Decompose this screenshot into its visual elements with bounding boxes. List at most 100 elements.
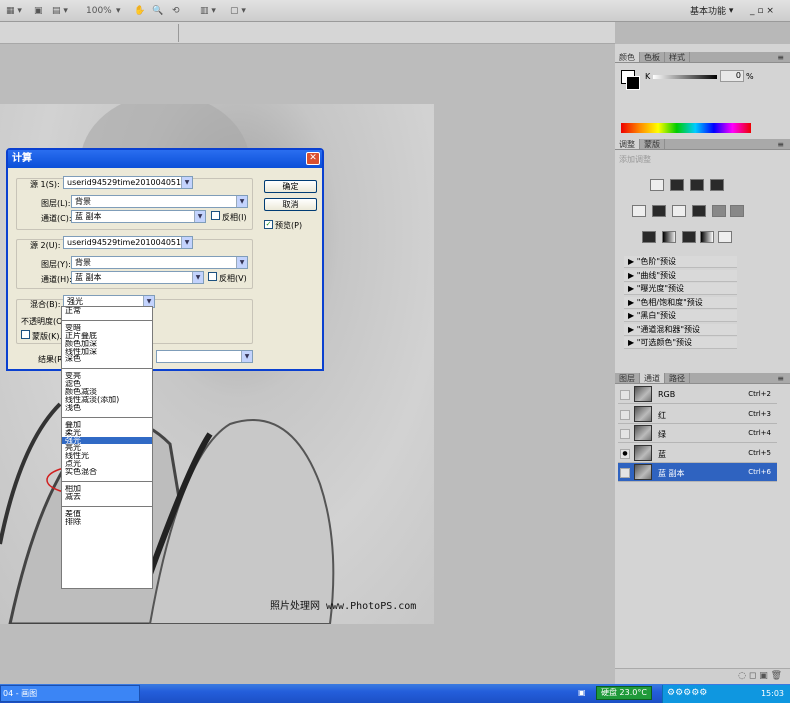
preview-checkbox[interactable]: ✓ [264, 220, 273, 229]
brightness-icon[interactable] [650, 179, 664, 191]
window-controls[interactable]: _ ▫ × [750, 3, 774, 18]
color-spectrum[interactable] [621, 123, 751, 133]
blend-mode-item[interactable]: 强光 [62, 436, 152, 445]
taskbar-item-paint[interactable]: 04 - 画图 [0, 685, 140, 702]
source2-document-select[interactable]: userid94529time2010040510... ▼ [63, 236, 193, 249]
invert-icon[interactable] [642, 231, 656, 243]
preset-item[interactable]: ▶ "可选颜色"预设 [624, 337, 737, 349]
source2-channel-select[interactable]: 蓝 副本 ▼ [71, 271, 204, 284]
channel-row[interactable]: ● 蓝 Ctrl+5 [618, 444, 777, 463]
visibility-toggle[interactable] [620, 468, 630, 478]
preset-item[interactable]: ▶ "曲线"预设 [624, 269, 737, 282]
k-slider[interactable] [653, 75, 717, 79]
channel-row[interactable]: RGB Ctrl+2 [618, 385, 777, 404]
visibility-toggle[interactable] [620, 390, 630, 400]
blend-mode-item[interactable]: 相加 [62, 485, 152, 493]
tab-color[interactable]: 颜色 [615, 52, 640, 62]
color-balance-icon[interactable] [672, 205, 686, 217]
cancel-button[interactable]: 取消 [264, 198, 317, 211]
arrange-documents-icon[interactable]: ▥ ▾ [200, 3, 216, 18]
tab-channels[interactable]: 通道 [640, 373, 665, 383]
photo-filter-icon[interactable] [712, 205, 726, 217]
curves-icon[interactable] [690, 179, 704, 191]
hue-saturation-icon[interactable] [652, 205, 666, 217]
blend-mode-item[interactable]: 亮光 [62, 444, 152, 452]
preset-item[interactable]: ▶ "色阶"预设 [624, 256, 737, 268]
panel-menu-icon[interactable]: ≡ [777, 373, 784, 384]
bridge-icon[interactable]: ▣ [34, 3, 43, 18]
result-select[interactable]: ▼ [156, 350, 253, 363]
source1-channel-select[interactable]: 蓝 副本 ▼ [71, 210, 206, 223]
visibility-toggle[interactable] [620, 409, 630, 420]
vibrance-icon[interactable] [632, 205, 646, 217]
show-desktop-icon[interactable]: ▣ [578, 688, 586, 697]
hand-tool-icon[interactable]: ✋ [134, 3, 145, 18]
ps-logo-icon[interactable]: ▦ ▾ [6, 3, 22, 18]
disk-temp-indicator[interactable]: 硬盘 23.0°C [596, 686, 652, 700]
tab-swatches[interactable]: 色板 [640, 52, 665, 62]
blend-mode-item[interactable]: 深色 [62, 355, 152, 363]
blend-mode-item[interactable]: 线性加深 [62, 348, 152, 356]
source1-document-select[interactable]: userid94529time2010040510... ▼ [63, 176, 193, 189]
tray-icons[interactable]: ⚙⚙⚙⚙⚙ [667, 688, 707, 698]
tab-paths[interactable]: 路径 [665, 373, 690, 383]
blend-mode-list[interactable]: 正常变暗 正片叠底 颜色加深 线性加深 深色变亮 滤色 颜色减淡 线性减淡(添加) 浅色叠加 柔光… [61, 306, 153, 589]
k-value-input[interactable]: 0 [720, 70, 744, 82]
tab-layers[interactable]: 图层 [615, 373, 640, 383]
channel-mixer-icon[interactable] [730, 205, 744, 217]
blend-mode-item[interactable]: 线性光 [62, 452, 152, 460]
panel-menu-icon[interactable]: ≡ [777, 52, 784, 63]
screen-mode-icon[interactable]: ▢ ▾ [230, 3, 246, 18]
view-extras-icon[interactable]: ▤ ▾ [52, 3, 68, 18]
black-white-icon[interactable] [692, 205, 706, 217]
blend-mode-item[interactable]: 叠加 [62, 421, 152, 429]
channel-row[interactable]: 绿 Ctrl+4 [618, 424, 777, 443]
channel-row[interactable]: 蓝 副本 Ctrl+6 [618, 463, 777, 482]
selective-color-icon[interactable] [718, 231, 732, 243]
tab-adjustments[interactable]: 调整 [615, 139, 640, 149]
posterize-icon[interactable] [662, 231, 676, 243]
blend-mode-item[interactable]: 减去 [62, 493, 152, 501]
blend-mode-item[interactable]: 滤色 [62, 380, 152, 388]
zoom-tool-icon[interactable]: 🔍 [152, 3, 163, 18]
blend-mode-item[interactable]: 点光 [62, 460, 152, 468]
tab-masks[interactable]: 蒙版 [640, 139, 665, 149]
rotate-view-icon[interactable]: ⟲ [172, 3, 180, 18]
blend-mode-item[interactable]: 正常 [62, 307, 152, 315]
preset-item[interactable]: ▶ "曝光度"预设 [624, 283, 737, 295]
threshold-icon[interactable] [682, 231, 696, 243]
ok-button[interactable]: 确定 [264, 180, 317, 193]
blend-mode-item[interactable]: 线性减淡(添加) [62, 396, 152, 404]
channel-row[interactable]: 红 Ctrl+3 [618, 405, 777, 424]
blend-mode-item[interactable]: 实色混合 [62, 468, 152, 476]
blend-mode-item[interactable]: 颜色减淡 [62, 388, 152, 396]
source2-invert-checkbox[interactable] [208, 272, 217, 281]
zoom-level[interactable]: 100% [86, 3, 112, 18]
levels-icon[interactable] [670, 179, 684, 191]
blend-mode-item[interactable]: 柔光 [62, 429, 152, 437]
source1-layer-select[interactable]: 背景 ▼ [71, 195, 248, 208]
mask-checkbox[interactable] [21, 330, 30, 339]
blend-mode-item[interactable]: 变亮 [62, 372, 152, 380]
blend-mode-item[interactable]: 正片叠底 [62, 332, 152, 340]
blend-mode-item[interactable]: 颜色加深 [62, 340, 152, 348]
blend-mode-item[interactable]: 差值 [62, 510, 152, 518]
close-button[interactable]: ✕ [306, 152, 320, 165]
gradient-map-icon[interactable] [700, 231, 714, 243]
blend-mode-item[interactable]: 排除 [62, 518, 152, 526]
preset-item[interactable]: ▶ "色相/饱和度"预设 [624, 296, 737, 309]
source2-layer-select[interactable]: 背景 ▼ [71, 256, 248, 269]
blend-mode-item[interactable]: 变暗 [62, 324, 152, 332]
panel-menu-icon[interactable]: ≡ [777, 139, 784, 150]
eye-icon[interactable]: ● [620, 448, 630, 459]
blend-mode-item[interactable]: 浅色 [62, 404, 152, 412]
workspace-switcher[interactable]: 基本功能 ▾ [690, 3, 733, 18]
visibility-toggle[interactable] [620, 429, 630, 439]
preset-item[interactable]: ▶ "黑白"预设 [624, 310, 737, 322]
exposure-icon[interactable] [710, 179, 724, 191]
source1-invert-checkbox[interactable] [211, 211, 220, 220]
tab-styles[interactable]: 样式 [665, 52, 690, 62]
foreground-color-swatch[interactable] [626, 76, 640, 90]
zoom-dropdown-icon[interactable]: ▾ [116, 3, 121, 18]
preset-item[interactable]: ▶ "通道混和器"预设 [624, 323, 737, 336]
